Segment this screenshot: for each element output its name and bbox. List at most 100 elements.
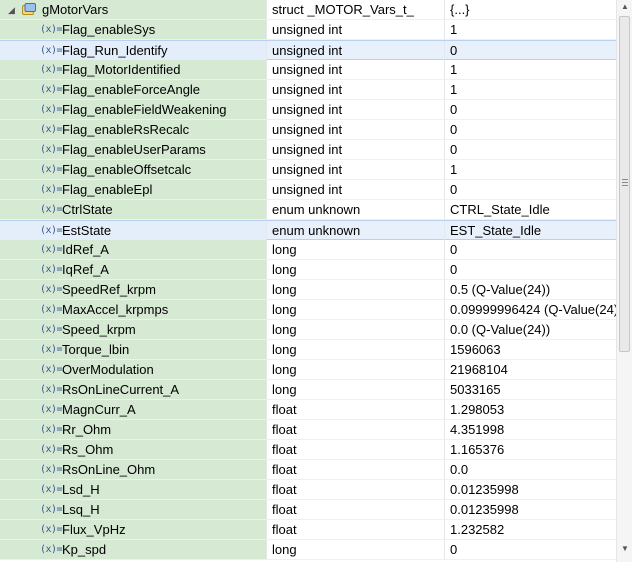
name-cell: (x)= Flag_MotorIdentified <box>0 60 266 79</box>
variable-icon: (x)= <box>40 464 63 475</box>
variable-icon: (x)= <box>40 104 63 115</box>
variable-icon: (x)= <box>40 64 63 75</box>
value-cell[interactable]: 0 <box>444 240 616 259</box>
tree-row[interactable]: (x)= Lsd_H float 0.01235998 <box>0 480 616 500</box>
tree-row[interactable]: (x)= Flag_MotorIdentified unsigned int 1 <box>0 60 616 80</box>
value-cell[interactable]: 1.165376 <box>444 440 616 459</box>
variable-icon: (x)= <box>40 144 63 155</box>
variable-icon: (x)= <box>40 444 63 455</box>
variable-icon: (x)= <box>40 164 63 175</box>
tree-row[interactable]: (x)= MaxAccel_krpmps long 0.09999996424 (Q-… <box>0 300 616 320</box>
collapse-arrow-icon[interactable]: ◢ <box>8 0 18 19</box>
value-cell[interactable]: 0 <box>444 140 616 159</box>
variable-icon: (x)= <box>40 45 63 56</box>
tree-row[interactable]: (x)= Flag_enableRsRecalc unsigned int 0 <box>0 120 616 140</box>
value-cell[interactable]: 1.298053 <box>444 400 616 419</box>
value-cell[interactable]: {...} <box>444 0 616 19</box>
value-cell[interactable]: 4.351998 <box>444 420 616 439</box>
value-cell[interactable]: CTRL_State_Idle <box>444 200 616 219</box>
variable-name: OverModulation <box>62 362 154 377</box>
vertical-scrollbar[interactable]: ▲ ▼ <box>616 0 632 562</box>
scrollbar-thumb[interactable] <box>619 16 630 352</box>
tree-row[interactable]: (x)= IdRef_A long 0 <box>0 240 616 260</box>
value-cell[interactable]: 21968104 <box>444 360 616 379</box>
name-cell: (x)= IdRef_A <box>0 240 266 259</box>
tree-row[interactable]: (x)= Lsq_H float 0.01235998 <box>0 500 616 520</box>
tree-row[interactable]: (x)= Flag_Run_Identify unsigned int 0 <box>0 40 616 60</box>
name-cell: (x)= Flag_enableRsRecalc <box>0 120 266 139</box>
value-cell[interactable]: 0.01235998 <box>444 500 616 519</box>
value-cell[interactable]: 5033165 <box>444 380 616 399</box>
variable-icon: (x)= <box>40 284 63 295</box>
variable-icon: (x)= <box>40 225 63 236</box>
tree-row[interactable]: (x)= Flux_VpHz float 1.232582 <box>0 520 616 540</box>
name-cell: (x)= MaxAccel_krpmps <box>0 300 266 319</box>
tree-row[interactable]: (x)= SpeedRef_krpm long 0.5 (Q-Value(24)) <box>0 280 616 300</box>
variable-name: RsOnLine_Ohm <box>62 462 156 477</box>
tree-row[interactable]: (x)= IqRef_A long 0 <box>0 260 616 280</box>
value-cell[interactable]: 1596063 <box>444 340 616 359</box>
tree-row[interactable]: (x)= MagnCurr_A float 1.298053 <box>0 400 616 420</box>
variable-name: Speed_krpm <box>62 322 136 337</box>
variables-tree[interactable]: ◢ gMotorVars struct _MOTOR_Vars_t_ {...}… <box>0 0 616 560</box>
variable-name: Flag_enableForceAngle <box>62 82 201 97</box>
tree-row-gmotorvars[interactable]: ◢ gMotorVars struct _MOTOR_Vars_t_ {...} <box>0 0 616 20</box>
name-cell: (x)= RsOnLineCurrent_A <box>0 380 266 399</box>
struct-icon <box>22 3 36 15</box>
tree-row[interactable]: (x)= OverModulation long 21968104 <box>0 360 616 380</box>
variable-icon: (x)= <box>40 24 63 35</box>
tree-row[interactable]: (x)= CtrlState enum unknown CTRL_State_Idle <box>0 200 616 220</box>
value-cell[interactable]: 0 <box>444 180 616 199</box>
type-cell: unsigned int <box>266 60 444 79</box>
scroll-up-arrow-icon[interactable]: ▲ <box>617 0 632 14</box>
value-cell[interactable]: 0 <box>444 540 616 559</box>
value-cell[interactable]: EST_State_Idle <box>444 221 616 240</box>
type-cell: float <box>266 440 444 459</box>
value-cell[interactable]: 0.09999996424 (Q-Value(24)) <box>444 300 616 319</box>
name-cell: (x)= Lsd_H <box>0 480 266 499</box>
variable-name: Flag_enableUserParams <box>62 142 206 157</box>
value-cell[interactable]: 1 <box>444 20 616 39</box>
value-cell[interactable]: 0.01235998 <box>444 480 616 499</box>
value-cell[interactable]: 1 <box>444 60 616 79</box>
variable-name: Kp_spd <box>62 542 107 557</box>
scroll-down-arrow-icon[interactable]: ▼ <box>617 542 632 556</box>
tree-row[interactable]: (x)= Flag_enableOffsetcalc unsigned int 1 <box>0 160 616 180</box>
tree-row[interactable]: (x)= Flag_enableFieldWeakening unsigned in… <box>0 100 616 120</box>
tree-row[interactable]: (x)= Kp_spd long 0 <box>0 540 616 560</box>
value-cell[interactable]: 0 <box>444 41 616 60</box>
value-cell[interactable]: 0.0 (Q-Value(24)) <box>444 320 616 339</box>
type-cell: unsigned int <box>266 140 444 159</box>
value-cell[interactable]: 1 <box>444 80 616 99</box>
variable-icon: (x)= <box>40 504 63 515</box>
tree-row[interactable]: (x)= RsOnLine_Ohm float 0.0 <box>0 460 616 480</box>
value-cell[interactable]: 0.5 (Q-Value(24)) <box>444 280 616 299</box>
value-cell[interactable]: 0 <box>444 120 616 139</box>
variable-name: Flux_VpHz <box>62 522 126 537</box>
type-cell: long <box>266 540 444 559</box>
tree-row[interactable]: (x)= Flag_enableForceAngle unsigned int 1 <box>0 80 616 100</box>
variable-name: Rs_Ohm <box>62 442 114 457</box>
variable-icon: (x)= <box>40 84 63 95</box>
value-cell[interactable]: 1.232582 <box>444 520 616 539</box>
tree-row[interactable]: (x)= EstState enum unknown EST_State_Idle <box>0 220 616 240</box>
tree-row[interactable]: (x)= Rr_Ohm float 4.351998 <box>0 420 616 440</box>
tree-row[interactable]: (x)= RsOnLineCurrent_A long 5033165 <box>0 380 616 400</box>
variable-name: EstState <box>62 223 112 238</box>
variable-icon: (x)= <box>40 264 63 275</box>
type-cell: long <box>266 340 444 359</box>
type-cell: unsigned int <box>266 80 444 99</box>
name-cell: (x)= CtrlState <box>0 200 266 219</box>
tree-row[interactable]: (x)= Flag_enableEpl unsigned int 0 <box>0 180 616 200</box>
tree-row[interactable]: (x)= Rs_Ohm float 1.165376 <box>0 440 616 460</box>
value-cell[interactable]: 1 <box>444 160 616 179</box>
tree-row[interactable]: (x)= Speed_krpm long 0.0 (Q-Value(24)) <box>0 320 616 340</box>
value-cell[interactable]: 0.0 <box>444 460 616 479</box>
type-cell: float <box>266 520 444 539</box>
type-cell: float <box>266 500 444 519</box>
tree-row[interactable]: (x)= Torque_lbin long 1596063 <box>0 340 616 360</box>
value-cell[interactable]: 0 <box>444 260 616 279</box>
value-cell[interactable]: 0 <box>444 100 616 119</box>
tree-row[interactable]: (x)= Flag_enableUserParams unsigned int 0 <box>0 140 616 160</box>
tree-row[interactable]: (x)= Flag_enableSys unsigned int 1 <box>0 20 616 40</box>
